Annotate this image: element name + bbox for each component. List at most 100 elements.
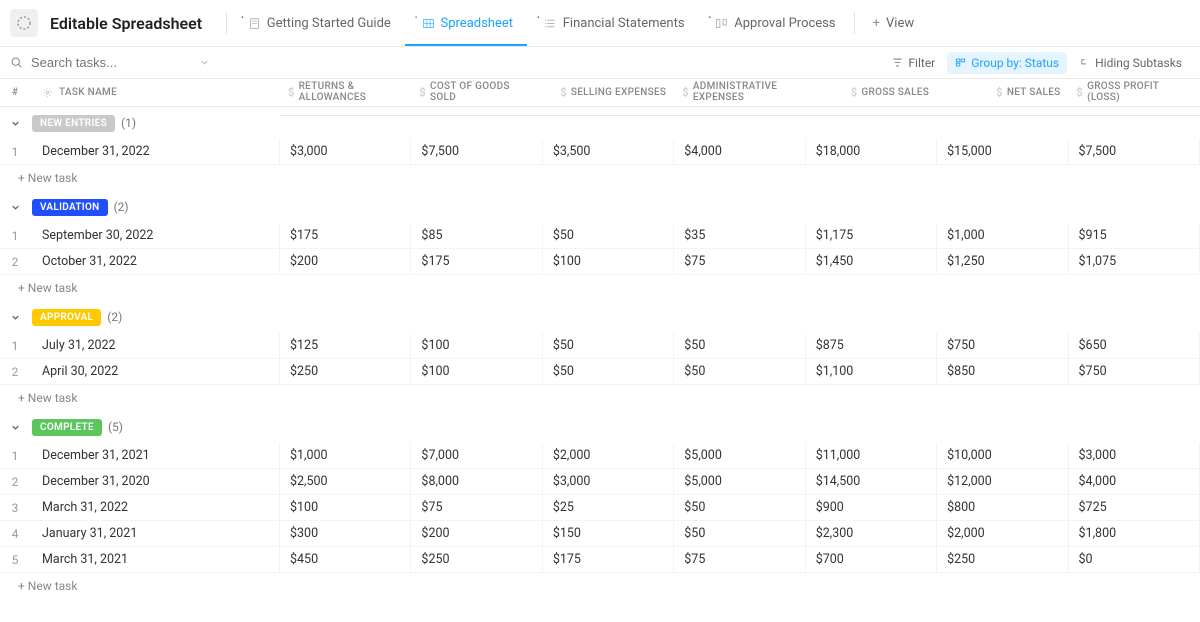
cell-profit[interactable]: $725 xyxy=(1069,495,1200,520)
cell-admin[interactable]: $50 xyxy=(674,521,805,546)
cell-gross-sales[interactable]: $875 xyxy=(806,333,937,358)
cell-selling[interactable]: $150 xyxy=(543,521,674,546)
cell-net-sales[interactable]: $10,000 xyxy=(937,443,1068,468)
table-row[interactable]: 5 March 31, 2021 $450 $250 $175 $75 $700… xyxy=(0,547,1200,573)
cell-net-sales[interactable]: $1,000 xyxy=(937,223,1068,248)
task-name-cell[interactable]: March 31, 2022 xyxy=(30,495,280,520)
cell-selling[interactable]: $175 xyxy=(543,547,674,572)
task-name-cell[interactable]: December 31, 2022 xyxy=(30,139,280,164)
cell-gross-sales[interactable]: $2,300 xyxy=(806,521,937,546)
cell-admin[interactable]: $5,000 xyxy=(674,469,805,494)
cell-net-sales[interactable]: $800 xyxy=(937,495,1068,520)
cell-cogs[interactable]: $7,500 xyxy=(411,139,542,164)
tab-financial[interactable]: • Financial Statements xyxy=(527,0,699,46)
table-row[interactable]: 4 January 31, 2021 $300 $200 $150 $50 $2… xyxy=(0,521,1200,547)
cell-profit[interactable]: $0 xyxy=(1069,547,1200,572)
cell-returns[interactable]: $300 xyxy=(280,521,411,546)
task-name-cell[interactable]: September 30, 2022 xyxy=(30,223,280,248)
cell-selling[interactable]: $2,000 xyxy=(543,443,674,468)
task-name-cell[interactable]: July 31, 2022 xyxy=(30,333,280,358)
cell-net-sales[interactable]: $15,000 xyxy=(937,139,1068,164)
new-task-button[interactable]: + New task xyxy=(0,165,1200,191)
task-name-cell[interactable]: March 31, 2021 xyxy=(30,547,280,572)
group-collapse-toggle[interactable] xyxy=(6,198,24,216)
cell-net-sales[interactable]: $12,000 xyxy=(937,469,1068,494)
cell-selling[interactable]: $3,000 xyxy=(543,469,674,494)
task-name-cell[interactable]: October 31, 2022 xyxy=(30,249,280,274)
cell-net-sales[interactable]: $1,250 xyxy=(937,249,1068,274)
group-collapse-toggle[interactable] xyxy=(6,308,24,326)
cell-profit[interactable]: $1,075 xyxy=(1069,249,1200,274)
cell-returns[interactable]: $1,000 xyxy=(280,443,411,468)
cell-gross-sales[interactable]: $14,500 xyxy=(806,469,937,494)
table-row[interactable]: 1 December 31, 2021 $1,000 $7,000 $2,000… xyxy=(0,443,1200,469)
search-input[interactable] xyxy=(31,55,171,70)
cell-admin[interactable]: $5,000 xyxy=(674,443,805,468)
group-collapse-toggle[interactable] xyxy=(6,418,24,436)
cell-selling[interactable]: $50 xyxy=(543,359,674,384)
cell-profit[interactable]: $650 xyxy=(1069,333,1200,358)
cell-profit[interactable]: $915 xyxy=(1069,223,1200,248)
cell-admin[interactable]: $35 xyxy=(674,223,805,248)
table-row[interactable]: 1 December 31, 2022 $3,000 $7,500 $3,500… xyxy=(0,139,1200,165)
tab-approval[interactable]: • Approval Process xyxy=(699,0,850,46)
group-status-badge[interactable]: NEW ENTRIES xyxy=(32,115,115,132)
table-row[interactable]: 1 July 31, 2022 $125 $100 $50 $50 $875 $… xyxy=(0,333,1200,359)
cell-admin[interactable]: $75 xyxy=(674,547,805,572)
task-name-cell[interactable]: January 31, 2021 xyxy=(30,521,280,546)
tab-add-view[interactable]: + View xyxy=(859,0,929,46)
cell-returns[interactable]: $450 xyxy=(280,547,411,572)
cell-cogs[interactable]: $75 xyxy=(411,495,542,520)
cell-admin[interactable]: $75 xyxy=(674,249,805,274)
cell-net-sales[interactable]: $2,000 xyxy=(937,521,1068,546)
cell-cogs[interactable]: $250 xyxy=(411,547,542,572)
cell-gross-sales[interactable]: $1,175 xyxy=(806,223,937,248)
cell-returns[interactable]: $175 xyxy=(280,223,411,248)
cell-profit[interactable]: $1,800 xyxy=(1069,521,1200,546)
cell-selling[interactable]: $3,500 xyxy=(543,139,674,164)
cell-admin[interactable]: $50 xyxy=(674,359,805,384)
cell-cogs[interactable]: $100 xyxy=(411,359,542,384)
cell-cogs[interactable]: $8,000 xyxy=(411,469,542,494)
group-status-badge[interactable]: APPROVAL xyxy=(32,309,101,326)
cell-admin[interactable]: $50 xyxy=(674,333,805,358)
cell-profit[interactable]: $3,000 xyxy=(1069,443,1200,468)
cell-selling[interactable]: $25 xyxy=(543,495,674,520)
cell-returns[interactable]: $200 xyxy=(280,249,411,274)
cell-cogs[interactable]: $100 xyxy=(411,333,542,358)
table-row[interactable]: 1 September 30, 2022 $175 $85 $50 $35 $1… xyxy=(0,223,1200,249)
cell-net-sales[interactable]: $750 xyxy=(937,333,1068,358)
cell-cogs[interactable]: $85 xyxy=(411,223,542,248)
table-row[interactable]: 3 March 31, 2022 $100 $75 $25 $50 $900 $… xyxy=(0,495,1200,521)
cell-selling[interactable]: $50 xyxy=(543,223,674,248)
cell-gross-sales[interactable]: $1,450 xyxy=(806,249,937,274)
cell-gross-sales[interactable]: $700 xyxy=(806,547,937,572)
cell-selling[interactable]: $50 xyxy=(543,333,674,358)
cell-returns[interactable]: $250 xyxy=(280,359,411,384)
cell-admin[interactable]: $4,000 xyxy=(674,139,805,164)
group-status-badge[interactable]: VALIDATION xyxy=(32,199,108,216)
table-row[interactable]: 2 December 31, 2020 $2,500 $8,000 $3,000… xyxy=(0,469,1200,495)
cell-selling[interactable]: $100 xyxy=(543,249,674,274)
cell-net-sales[interactable]: $850 xyxy=(937,359,1068,384)
new-task-button[interactable]: + New task xyxy=(0,385,1200,411)
task-name-cell[interactable]: December 31, 2020 xyxy=(30,469,280,494)
cell-gross-sales[interactable]: $11,000 xyxy=(806,443,937,468)
cell-gross-sales[interactable]: $18,000 xyxy=(806,139,937,164)
gear-icon[interactable] xyxy=(42,87,53,98)
cell-gross-sales[interactable]: $900 xyxy=(806,495,937,520)
chevron-down-icon[interactable] xyxy=(199,57,210,68)
cell-cogs[interactable]: $7,000 xyxy=(411,443,542,468)
search-box[interactable] xyxy=(10,55,210,70)
task-name-cell[interactable]: December 31, 2021 xyxy=(30,443,280,468)
cell-profit[interactable]: $750 xyxy=(1069,359,1200,384)
cell-returns[interactable]: $100 xyxy=(280,495,411,520)
tab-spreadsheet[interactable]: • Spreadsheet xyxy=(405,0,527,46)
cell-returns[interactable]: $3,000 xyxy=(280,139,411,164)
table-row[interactable]: 2 October 31, 2022 $200 $175 $100 $75 $1… xyxy=(0,249,1200,275)
cell-net-sales[interactable]: $250 xyxy=(937,547,1068,572)
tab-getting-started[interactable]: • Getting Started Guide xyxy=(231,0,405,46)
cell-gross-sales[interactable]: $1,100 xyxy=(806,359,937,384)
cell-cogs[interactable]: $200 xyxy=(411,521,542,546)
table-row[interactable]: 2 April 30, 2022 $250 $100 $50 $50 $1,10… xyxy=(0,359,1200,385)
